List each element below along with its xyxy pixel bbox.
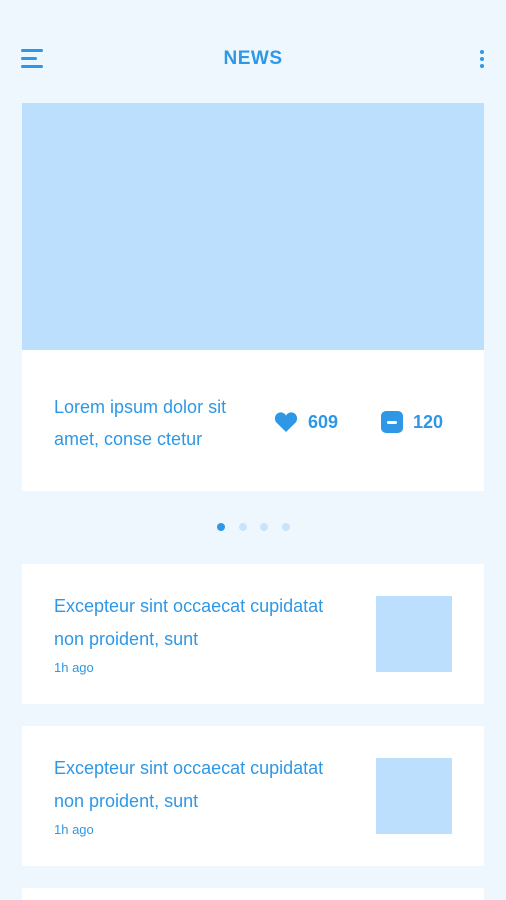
comment-icon xyxy=(381,411,403,433)
featured-news-card[interactable]: Lorem ipsum dolor sit amet, conse ctetur… xyxy=(22,103,484,491)
news-list-item[interactable] xyxy=(22,888,484,900)
news-item-title: Excepteur sint occaecat cupidatat non pr… xyxy=(54,596,324,649)
vertical-dots-icon[interactable] xyxy=(473,48,491,72)
carousel-dot[interactable] xyxy=(281,523,290,531)
news-app: NEWS Lorem ipsum dolor sit amet, conse c… xyxy=(0,0,506,900)
app-header: NEWS xyxy=(0,0,506,100)
carousel-dot[interactable] xyxy=(238,523,247,531)
news-item-timestamp: 1h ago xyxy=(54,660,94,675)
news-item-timestamp: 1h ago xyxy=(54,822,94,837)
comment-count: 120 xyxy=(413,411,444,432)
carousel-dot-active[interactable] xyxy=(217,523,225,531)
featured-headline: Lorem ipsum dolor sit amet, conse ctetur xyxy=(54,397,227,449)
news-item-thumbnail xyxy=(376,758,452,834)
page-title: NEWS xyxy=(223,48,283,69)
news-item-title: Excepteur sint occaecat cupidatat non pr… xyxy=(54,758,324,811)
like-count: 609 xyxy=(308,411,339,432)
carousel-dot[interactable] xyxy=(260,523,268,531)
news-list-item[interactable]: Excepteur sint occaecat cupidatat non pr… xyxy=(22,564,484,704)
carousel-indicator xyxy=(217,523,303,533)
news-item-thumbnail xyxy=(376,596,452,672)
heart-icon xyxy=(274,411,298,433)
comment-button[interactable]: 120 xyxy=(381,407,443,437)
featured-image xyxy=(22,103,484,350)
news-list-item[interactable]: Excepteur sint occaecat cupidatat non pr… xyxy=(22,726,484,866)
like-button[interactable]: 609 xyxy=(274,407,338,437)
